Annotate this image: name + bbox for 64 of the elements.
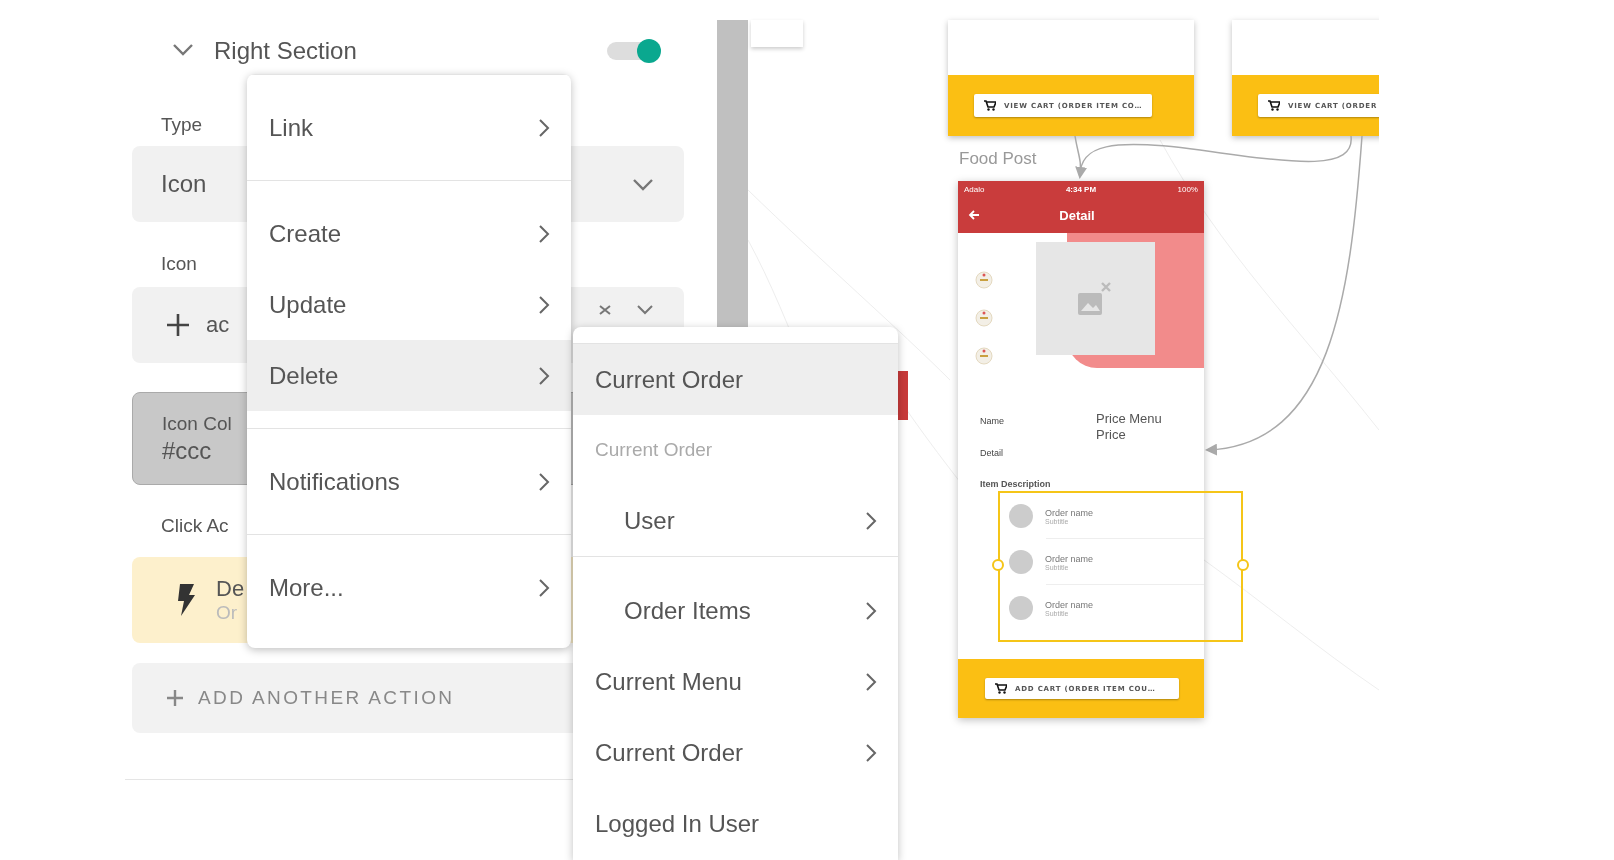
- row-title: Order name: [1045, 507, 1094, 518]
- field-label: Click Ac: [160, 514, 229, 538]
- avatar-circle: [1009, 504, 1033, 528]
- section-title: Right Section: [214, 37, 358, 65]
- cart-icon: [995, 683, 1007, 694]
- toggle-switch[interactable]: [607, 42, 659, 60]
- screen-edge: [898, 371, 908, 420]
- chevron-right-icon: [538, 294, 550, 315]
- menu-item[interactable]: Current Order: [573, 344, 898, 415]
- chevron-down-icon: [632, 177, 654, 191]
- chevron-right-icon: [865, 742, 877, 763]
- avatar-circle: [1009, 550, 1033, 574]
- menu-item[interactable]: Order Items: [573, 575, 898, 646]
- row-title: Order name: [1045, 599, 1094, 610]
- menu-item[interactable]: User: [573, 485, 898, 556]
- lightning-icon: [176, 583, 196, 617]
- chevron-right-icon: [865, 671, 877, 692]
- chevron-right-icon: [865, 600, 877, 621]
- action-title: De: [216, 576, 245, 602]
- resize-handle[interactable]: [1237, 559, 1249, 571]
- chevron-right-icon: [538, 223, 550, 244]
- menu-item[interactable]: Link: [247, 92, 571, 163]
- menu-item[interactable]: Notifications: [247, 446, 571, 517]
- field-label: Name: [980, 416, 1004, 426]
- list-title: Item Description: [980, 479, 1051, 489]
- menu-item[interactable]: Create: [247, 198, 571, 269]
- cart-icon: [984, 100, 996, 111]
- field-label: Icon Col: [162, 411, 232, 436]
- menu-item[interactable]: Delete: [247, 340, 571, 411]
- chevron-right-icon: [538, 117, 550, 138]
- menu-item[interactable]: Logged In User: [573, 788, 898, 859]
- badge-icon: [975, 309, 993, 327]
- badge-icon: [975, 347, 993, 365]
- chevron-right-icon: [538, 577, 550, 598]
- back-arrow-icon: [968, 210, 980, 220]
- field-label: Type: [160, 113, 203, 137]
- plus-icon: [166, 313, 190, 337]
- avatar-circle: [1009, 596, 1033, 620]
- menu-section-header: Current Order: [594, 438, 714, 462]
- cart-icon: [1268, 100, 1280, 111]
- header-title: Detail: [1058, 207, 1096, 223]
- price-text: Price Menu Price: [1096, 411, 1163, 443]
- status-time: 4:34 PM: [1065, 184, 1097, 194]
- close-icon[interactable]: [598, 305, 612, 315]
- chevron-down-icon[interactable]: [636, 305, 654, 315]
- carrier-text: Adalo: [964, 184, 985, 194]
- context-menu[interactable]: Link Create Update Delete Notifications More...: [247, 74, 571, 648]
- plus-icon: [166, 689, 184, 707]
- action-subtitle: Or: [216, 602, 239, 624]
- menu-item[interactable]: Update: [247, 269, 571, 340]
- dropdown-menu[interactable]: Current Order Current Order User Order Items Current Menu Current Order Logged In User: [573, 327, 898, 860]
- chevron-right-icon: [865, 510, 877, 531]
- chevron-down-icon: [172, 43, 194, 56]
- color-value: #ccc: [162, 435, 212, 466]
- menu-item[interactable]: More...: [247, 552, 571, 623]
- chevron-right-icon: [538, 471, 550, 492]
- field-label: Detail: [980, 448, 1003, 458]
- field-label: Icon: [160, 252, 197, 276]
- battery-text: 100%: [1177, 184, 1198, 194]
- connector-arrow: [1074, 135, 1087, 179]
- chevron-right-icon: [538, 365, 550, 386]
- screen-title: Food Post: [959, 149, 1037, 169]
- row-title: Order name: [1045, 553, 1094, 564]
- badge-icon: [975, 271, 993, 289]
